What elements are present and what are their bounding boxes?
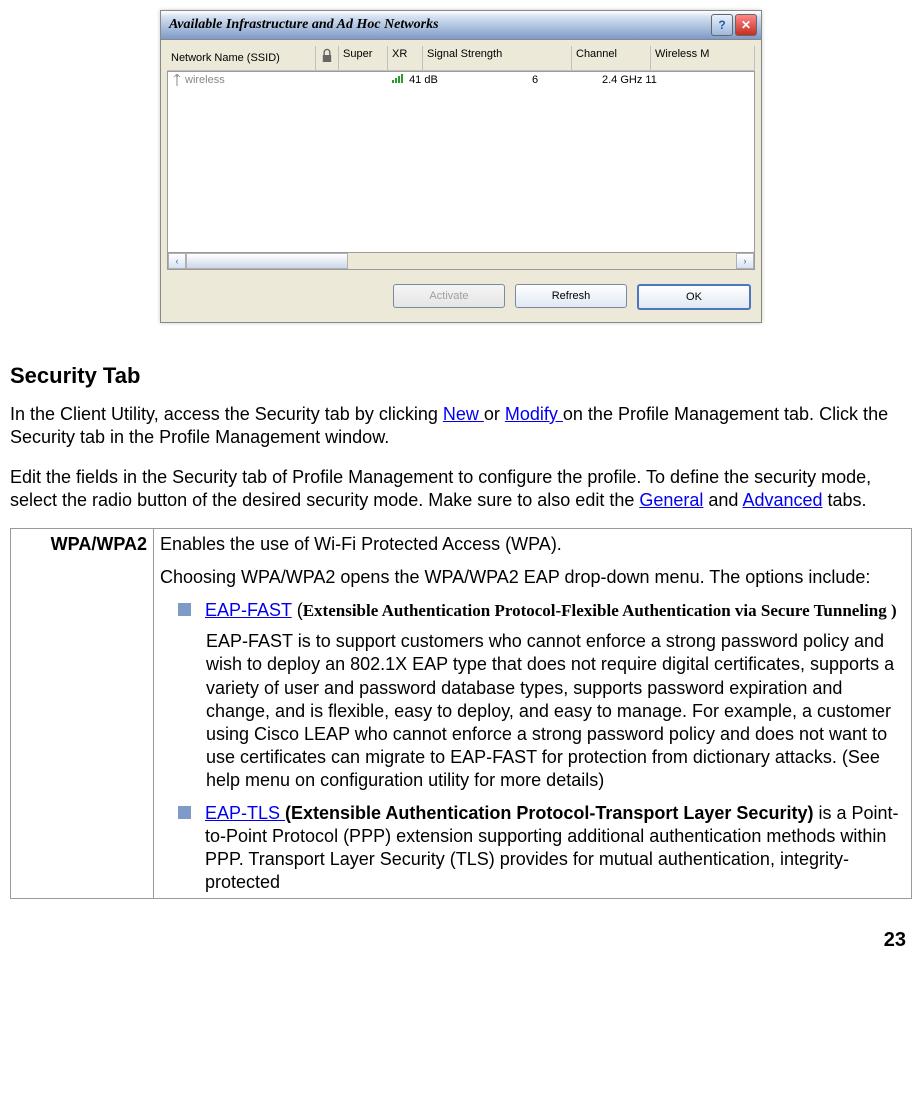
cell-line-2: Choosing WPA/WPA2 opens the WPA/WPA2 EAP… <box>160 566 905 589</box>
bullet-eap-fast: EAP-FAST (Extensible Authentication Prot… <box>160 599 905 622</box>
eap-tls-expansion: (Extensible Authentication Protocol-Tran… <box>285 803 813 823</box>
link-modify[interactable]: Modify <box>505 404 563 424</box>
security-table: WPA/WPA2 Enables the use of Wi-Fi Protec… <box>10 528 912 898</box>
col-header-xr[interactable]: XR <box>388 46 423 70</box>
titlebar-buttons: ? ✕ <box>711 14 757 36</box>
square-bullet-icon <box>178 603 191 616</box>
col-header-signal[interactable]: Signal Strength <box>423 46 572 70</box>
ok-button[interactable]: OK <box>637 284 751 310</box>
col-header-ssid[interactable]: Network Name (SSID) <box>167 46 316 70</box>
horizontal-scrollbar[interactable]: ‹ › <box>167 253 755 270</box>
col-header-lock[interactable] <box>316 46 339 70</box>
table-row: WPA/WPA2 Enables the use of Wi-Fi Protec… <box>11 529 912 898</box>
row-channel: 6 <box>532 74 602 86</box>
eap-fast-expansion: Extensible Authentication Protocol-Flexi… <box>303 601 897 620</box>
row-ssid: wireless <box>185 74 225 86</box>
link-advanced[interactable]: Advanced <box>742 490 822 510</box>
dialog-title: Available Infrastructure and Ad Hoc Netw… <box>169 17 439 33</box>
bullet-eap-tls: EAP-TLS (Extensible Authentication Proto… <box>160 802 905 894</box>
scroll-right-button[interactable]: › <box>736 253 754 269</box>
square-bullet-icon <box>178 806 191 819</box>
link-eap-tls[interactable]: EAP-TLS <box>205 803 285 823</box>
close-button[interactable]: ✕ <box>735 14 757 36</box>
cell-line-1: Enables the use of Wi-Fi Protected Acces… <box>160 533 905 556</box>
dialog-titlebar: Available Infrastructure and Ad Hoc Netw… <box>161 11 761 40</box>
list-item[interactable]: wireless 41 dB 6 2.4 GHz 11 <box>168 72 754 88</box>
lock-icon <box>320 48 334 65</box>
paragraph-2: Edit the fields in the Security tab of P… <box>10 466 912 513</box>
antenna-icon <box>172 74 182 86</box>
refresh-button[interactable]: Refresh <box>515 284 627 308</box>
signal-bars-icon <box>392 74 403 83</box>
section-heading: Security Tab <box>10 363 912 389</box>
col-header-wireless[interactable]: Wireless M <box>651 46 755 70</box>
link-general[interactable]: General <box>639 490 703 510</box>
row-signal: 41 dB <box>409 74 438 86</box>
paragraph-1: In the Client Utility, access the Securi… <box>10 403 912 450</box>
col-header-channel[interactable]: Channel <box>572 46 651 70</box>
scroll-left-button[interactable]: ‹ <box>168 253 186 269</box>
scroll-thumb[interactable] <box>186 253 348 269</box>
networks-list[interactable]: wireless 41 dB 6 2.4 GHz 11 <box>167 71 755 253</box>
row-label: WPA/WPA2 <box>11 529 154 898</box>
row-wireless: 2.4 GHz 11 <box>602 74 750 86</box>
activate-button: Activate <box>393 284 505 308</box>
networks-dialog: Available Infrastructure and Ad Hoc Netw… <box>160 10 762 323</box>
row-content: Enables the use of Wi-Fi Protected Acces… <box>154 529 912 898</box>
link-eap-fast[interactable]: EAP-FAST <box>205 600 292 620</box>
eap-fast-description: EAP-FAST is to support customers who can… <box>160 630 905 791</box>
col-header-super[interactable]: Super <box>339 46 388 70</box>
page-number: 23 <box>10 929 912 952</box>
link-new[interactable]: New <box>443 404 484 424</box>
help-button[interactable]: ? <box>711 14 733 36</box>
list-header: Network Name (SSID) Super XR Signal Stre… <box>167 46 755 71</box>
dialog-footer: Activate Refresh OK <box>161 276 761 322</box>
